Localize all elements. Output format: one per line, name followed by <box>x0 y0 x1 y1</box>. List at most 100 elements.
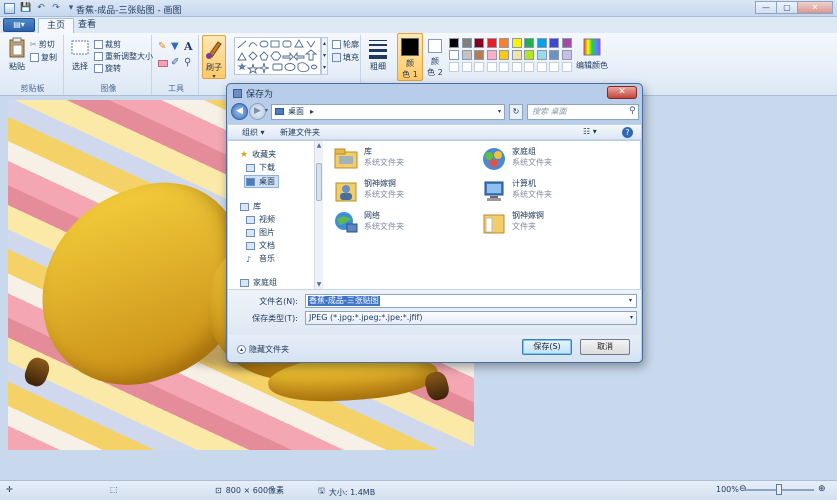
custom-color-slot[interactable] <box>536 62 547 72</box>
nav-pictures[interactable]: 图片 <box>246 227 275 238</box>
filename-input[interactable]: 香蕉-成品-三张贴图 ▾ <box>305 294 637 308</box>
resize-button[interactable]: 重新调整大小 <box>94 51 153 62</box>
address-input[interactable]: 桌面 ▸ ▾ <box>271 104 505 120</box>
brushes-button[interactable]: 刷子 ▾ <box>202 35 226 80</box>
refresh-button[interactable]: ↻ <box>509 104 523 120</box>
cut-button[interactable]: ✂ 剪切 <box>30 39 55 50</box>
palette-swatch[interactable] <box>449 50 459 60</box>
nav-libraries[interactable]: 库 <box>240 201 261 212</box>
redo-icon[interactable]: ↷ <box>50 2 62 14</box>
fill-bucket-icon[interactable]: ▼ <box>171 41 179 52</box>
list-item[interactable]: 钢神嫁锕 文件夹 <box>481 210 544 236</box>
edit-colors-button[interactable]: 编辑颜色 <box>576 36 608 71</box>
copy-button[interactable]: 复制 <box>30 52 57 63</box>
palette-swatch[interactable] <box>561 38 572 48</box>
scroll-up-icon[interactable]: ▲ <box>315 142 323 149</box>
palette-swatch[interactable] <box>474 50 484 60</box>
paint-app-icon[interactable] <box>4 3 15 14</box>
hide-folders-button[interactable]: ▴ 隐藏文件夹 <box>237 344 289 355</box>
save-button[interactable]: 保存(S) <box>522 339 572 355</box>
custom-color-slot[interactable] <box>486 62 497 72</box>
close-button[interactable]: ✕ <box>797 1 833 14</box>
back-button[interactable]: ◀ <box>231 103 248 120</box>
dialog-close-button[interactable]: ✕ <box>607 86 637 99</box>
list-item[interactable]: 库系统文件夹 <box>333 146 404 172</box>
organize-button[interactable]: 组织 ▾ <box>242 127 265 138</box>
save-icon[interactable]: 💾 <box>20 2 32 14</box>
list-item[interactable]: 钢神嫁锕 系统文件夹 <box>333 178 404 204</box>
custom-color-slot[interactable] <box>549 62 559 72</box>
nav-desktop[interactable]: 桌面 <box>244 175 279 188</box>
custom-color-slot[interactable] <box>449 62 459 72</box>
color-picker-icon[interactable]: ✐ <box>171 57 179 68</box>
new-folder-button[interactable]: 新建文件夹 <box>280 127 320 138</box>
custom-color-slot[interactable] <box>474 62 484 72</box>
fill-button[interactable]: 填充 <box>332 52 359 63</box>
palette-swatch[interactable] <box>499 38 509 48</box>
undo-icon[interactable]: ↶ <box>35 2 47 14</box>
nav-scroll-thumb[interactable] <box>316 163 322 201</box>
shapes-scroll-icon[interactable]: ▴ ▾ ▾ <box>321 37 328 75</box>
custom-color-slot[interactable] <box>499 62 509 72</box>
custom-color-slot[interactable] <box>524 62 534 72</box>
tab-home[interactable]: 主页 <box>38 18 75 33</box>
crop-button[interactable]: 裁剪 <box>94 39 121 50</box>
minimize-button[interactable]: — <box>755 1 777 14</box>
palette-swatch[interactable] <box>536 38 547 48</box>
palette-swatch[interactable] <box>524 38 534 48</box>
palette-swatch[interactable] <box>524 50 534 60</box>
list-item[interactable]: 家庭组 系统文件夹 <box>481 146 552 172</box>
scroll-down-icon[interactable]: ▼ <box>315 281 323 288</box>
palette-swatch[interactable] <box>449 38 459 48</box>
nav-downloads[interactable]: 下载 <box>246 162 275 173</box>
nav-documents[interactable]: 文档 <box>246 240 275 251</box>
custom-color-slot[interactable] <box>511 62 522 72</box>
tab-view[interactable]: 查看 <box>70 18 104 33</box>
zoom-slider-thumb[interactable] <box>776 484 782 495</box>
palette-swatch[interactable] <box>549 50 559 60</box>
palette-swatch[interactable] <box>536 50 547 60</box>
file-list-pane[interactable]: 库系统文件夹 家庭组 系统文件夹 钢神嫁锕 系统文件夹 计算机 系统文件夹 网络 系统文… <box>323 141 640 289</box>
help-icon[interactable]: ? <box>622 127 633 138</box>
recent-pages-dropdown-icon[interactable]: ▾ <box>265 107 268 114</box>
text-tool-icon[interactable]: A <box>184 40 193 53</box>
pencil-icon[interactable]: ✎ <box>158 41 166 52</box>
select-button[interactable]: 选择 <box>69 37 91 72</box>
paint-menu-button[interactable]: ▤▾ <box>3 18 35 32</box>
palette-swatch[interactable] <box>474 38 484 48</box>
forward-button[interactable]: ▶ <box>249 103 266 120</box>
color1-button[interactable]: 颜 色 1 <box>397 33 423 81</box>
paste-button[interactable]: 粘贴 <box>6 37 28 72</box>
palette-swatch[interactable] <box>549 38 559 48</box>
palette-swatch[interactable] <box>511 50 522 60</box>
palette-swatch[interactable] <box>461 50 472 60</box>
palette-swatch[interactable] <box>486 38 497 48</box>
palette-swatch[interactable] <box>486 50 497 60</box>
nav-pane-scrollbar[interactable]: ▲ ▼ <box>314 141 323 289</box>
palette-swatch[interactable] <box>461 38 472 48</box>
zoom-in-button[interactable]: ⊕ <box>818 484 826 494</box>
palette-swatch[interactable] <box>511 38 522 48</box>
shapes-gallery[interactable] <box>234 37 321 75</box>
nav-music[interactable]: ♪ 音乐 <box>246 253 275 264</box>
nav-homegroup[interactable]: 家庭组 <box>240 278 277 287</box>
size-button[interactable]: 粗细 <box>366 37 390 72</box>
palette-swatch[interactable] <box>561 50 572 60</box>
magnifier-icon[interactable]: ⚲ <box>184 57 191 68</box>
outline-button[interactable]: 轮廓 <box>332 39 359 50</box>
list-item[interactable]: 计算机 系统文件夹 <box>481 178 552 204</box>
eraser-icon[interactable] <box>158 60 168 67</box>
filename-dropdown-icon[interactable]: ▾ <box>628 296 633 306</box>
search-input[interactable]: 搜索 桌面 <box>527 104 639 120</box>
custom-color-slot[interactable] <box>461 62 472 72</box>
rotate-button[interactable]: 旋转 <box>94 63 121 74</box>
palette-swatch[interactable] <box>499 50 509 60</box>
cancel-button[interactable]: 取消 <box>580 339 630 355</box>
nav-videos[interactable]: 视频 <box>246 214 275 225</box>
nav-favorites[interactable]: ★ 收藏夹 <box>240 149 276 160</box>
maximize-button[interactable]: ▢ <box>776 1 798 14</box>
color2-button[interactable]: 颜 色 2 <box>424 33 446 78</box>
custom-color-slot[interactable] <box>561 62 572 72</box>
address-dropdown-icon[interactable]: ▾ <box>498 105 501 119</box>
filetype-select[interactable]: JPEG (*.jpg;*.jpeg;*.jpe;*.jfif) ▾ <box>305 311 637 325</box>
